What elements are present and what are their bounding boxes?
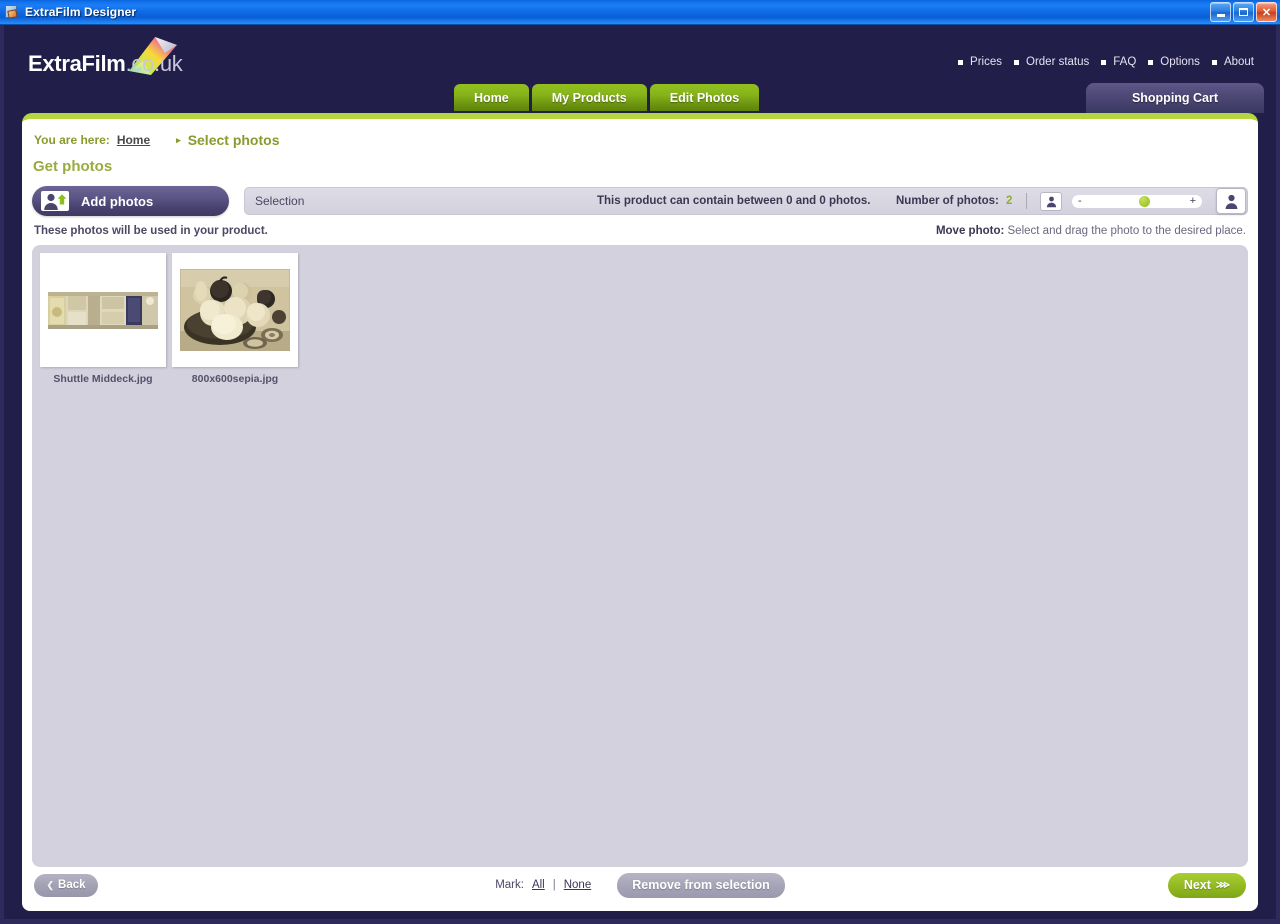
zoom-large-thumbnails-button[interactable] <box>1216 188 1246 214</box>
breadcrumb-arrow-icon: ▸ <box>176 134 181 145</box>
photo-caption: Shuttle Middeck.jpg <box>53 373 153 385</box>
top-navigation: Prices Order status FAQ Options About <box>958 56 1254 68</box>
zoom-small-thumbnails-button[interactable] <box>1040 191 1062 211</box>
maximize-button[interactable] <box>1233 2 1254 22</box>
mark-none-link[interactable]: None <box>564 879 592 891</box>
photo-toolbar: Add photos Selection This product can co… <box>32 186 1248 216</box>
move-photo-label: Move photo: <box>935 225 1005 237</box>
main-tabs: Home My Products Edit Photos <box>454 84 760 111</box>
number-of-photos-value: 2 <box>1006 195 1013 207</box>
page-title: Get photos <box>33 158 113 175</box>
add-photos-label: Add photos <box>81 193 154 209</box>
move-photo-text: Select and drag the photo to the desired… <box>1007 225 1246 237</box>
mark-all-link[interactable]: All <box>532 879 545 891</box>
photo-grid[interactable]: Shuttle Middeck.jpg 800x600sepia.jpg <box>32 245 1248 867</box>
remove-from-selection-button[interactable]: Remove from selection <box>617 872 785 898</box>
bullet-square-icon <box>1014 59 1019 65</box>
move-photo-hint: Move photo: Select and drag the photo to… <box>936 225 1246 237</box>
mark-separator: | <box>552 879 556 891</box>
site-logo[interactable]: ExtraFilm.co.uk <box>28 37 183 76</box>
footer-center-controls: Mark: All | None Remove from selection <box>22 872 1258 898</box>
mark-label: Mark: <box>495 879 524 891</box>
content-panel: You are here: Home ▸ Select photos Get p… <box>22 113 1258 911</box>
photo-image-800x600sepia <box>180 269 290 351</box>
tab-my-products[interactable]: My Products <box>531 84 647 111</box>
application-window: ExtraFilm.co.uk Prices Order status FAQ … <box>0 25 1280 924</box>
slider-plus-label: + <box>1189 194 1196 207</box>
window-controls: ✕ <box>1210 2 1277 22</box>
photo-thumbnail-frame[interactable] <box>172 253 298 367</box>
photo-image-shuttle-middeck <box>48 291 158 329</box>
topnav-item-order-status[interactable]: Order status <box>1014 56 1089 68</box>
window-title-bar: ExtraFilm Designer ✕ <box>0 0 1280 25</box>
footer-bar: ❮ Back Mark: All | None Remove from sele… <box>22 859 1258 911</box>
application-body: ExtraFilm.co.uk Prices Order status FAQ … <box>4 25 1276 919</box>
selection-bar: Selection This product can contain betwe… <box>244 187 1248 215</box>
breadcrumb-link-home[interactable]: Home <box>117 133 150 147</box>
list-item[interactable]: Shuttle Middeck.jpg <box>40 253 166 385</box>
minimize-button[interactable] <box>1210 2 1231 22</box>
close-icon[interactable]: ✕ <box>1256 2 1277 22</box>
photo-caption: 800x600sepia.jpg <box>191 373 279 385</box>
window-title: ExtraFilm Designer <box>25 5 137 19</box>
photos-usage-hint: These photos will be used in your produc… <box>34 225 268 237</box>
topnav-item-options[interactable]: Options <box>1148 56 1200 68</box>
number-of-photos-label: Number of photos: <box>896 195 999 207</box>
breadcrumb-current: Select photos <box>187 132 280 148</box>
chevron-left-icon: ❮ <box>46 879 55 890</box>
bullet-square-icon <box>1211 59 1217 65</box>
bullet-square-icon <box>1101 59 1107 65</box>
add-photos-button[interactable]: Add photos <box>32 186 229 216</box>
shopping-cart-button[interactable]: Shopping Cart <box>1086 83 1264 113</box>
logo-text: ExtraFilm.co.uk <box>28 51 183 76</box>
breadcrumb: You are here: Home ▸ Select photos <box>22 119 1258 148</box>
topnav-item-faq[interactable]: FAQ <box>1101 56 1136 68</box>
topnav-item-about[interactable]: About <box>1211 56 1254 68</box>
bullet-square-icon <box>958 59 964 65</box>
next-label: Next <box>1183 878 1211 892</box>
selection-label: Selection <box>255 194 305 208</box>
next-button[interactable]: Next ⋙ <box>1168 872 1246 898</box>
thumbnail-size-slider[interactable]: - + <box>1072 194 1202 208</box>
tab-home[interactable]: Home <box>454 84 529 111</box>
back-button[interactable]: ❮ Back <box>34 873 98 897</box>
person-upload-icon <box>41 191 69 211</box>
list-item[interactable]: 800x600sepia.jpg <box>172 253 298 385</box>
hint-row: These photos will be used in your produc… <box>34 225 1246 237</box>
photo-thumbnail-frame[interactable] <box>40 253 166 367</box>
topnav-item-prices[interactable]: Prices <box>958 56 1002 68</box>
person-small-icon <box>1046 196 1056 207</box>
toolbar-divider <box>1026 193 1027 209</box>
breadcrumb-prefix: You are here: <box>34 133 110 147</box>
tab-edit-photos[interactable]: Edit Photos <box>649 84 760 111</box>
person-large-icon <box>1225 194 1237 209</box>
product-capacity-info: This product can contain between 0 and 0… <box>597 195 871 207</box>
app-icon <box>4 4 20 20</box>
slider-knob[interactable] <box>1139 195 1151 207</box>
site-header: ExtraFilm.co.uk Prices Order status FAQ … <box>4 25 1276 113</box>
chevron-right-icon: ⋙ <box>1215 879 1231 891</box>
bullet-square-icon <box>1148 59 1154 65</box>
slider-minus-label: - <box>1078 194 1082 207</box>
back-label: Back <box>58 879 86 891</box>
